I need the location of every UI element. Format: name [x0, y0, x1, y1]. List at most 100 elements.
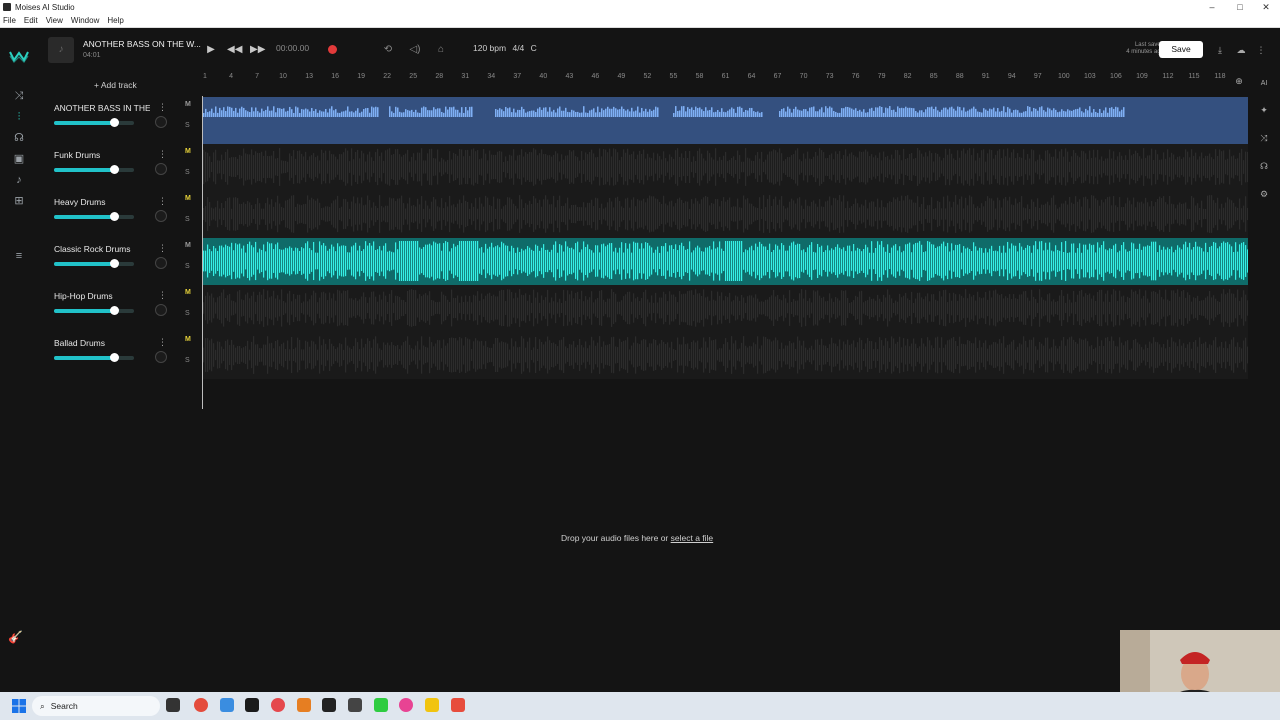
mute-button[interactable]: M: [185, 148, 191, 155]
download-icon[interactable]: ⤓: [1213, 43, 1227, 57]
track-menu-icon[interactable]: ⋮: [158, 243, 167, 254]
apps-grid-icon[interactable]: ⊞: [11, 193, 27, 209]
chart-app-icon[interactable]: [322, 698, 336, 712]
mute-button[interactable]: M: [185, 101, 191, 108]
more-options-icon[interactable]: ⋮: [1254, 43, 1268, 57]
shield-app-icon[interactable]: [220, 698, 234, 712]
record-button[interactable]: [328, 45, 337, 54]
pan-knob[interactable]: [155, 210, 167, 222]
track-lane[interactable]: [203, 238, 1248, 285]
shuffle-icon[interactable]: ⤨: [11, 88, 27, 104]
pan-knob[interactable]: [155, 351, 167, 363]
chrome-icon[interactable]: [194, 698, 208, 712]
waveform-sample: [1235, 158, 1237, 176]
track-menu-icon[interactable]: ⋮: [158, 290, 167, 301]
menu-window[interactable]: Window: [71, 16, 99, 25]
solo-button[interactable]: S: [185, 357, 190, 364]
mute-button[interactable]: M: [185, 242, 191, 249]
mute-button[interactable]: M: [185, 195, 191, 202]
volume-slider[interactable]: [54, 165, 134, 174]
menu-view[interactable]: View: [46, 16, 63, 25]
task-view-icon[interactable]: [166, 698, 180, 712]
solo-button[interactable]: S: [185, 169, 190, 176]
metronome-icon[interactable]: ▣: [11, 151, 27, 167]
office-icon[interactable]: [297, 698, 311, 712]
music-app-icon[interactable]: [399, 698, 413, 712]
windows-start-icon[interactable]: [12, 699, 26, 713]
solo-button[interactable]: S: [185, 122, 190, 129]
waveform-sample: [243, 300, 245, 316]
track-lane[interactable]: [203, 191, 1248, 238]
maximize-button[interactable]: □: [1226, 0, 1254, 14]
track-name[interactable]: Funk Drums: [54, 150, 150, 160]
mute-button[interactable]: M: [185, 336, 191, 343]
pan-knob[interactable]: [155, 257, 167, 269]
mute-button[interactable]: M: [185, 289, 191, 296]
tempo-display[interactable]: 120 bpm 4/4 C: [473, 43, 537, 53]
rewind-button[interactable]: ◀◀: [227, 42, 242, 58]
pan-knob[interactable]: [155, 116, 167, 128]
track-name[interactable]: Heavy Drums: [54, 197, 150, 207]
play-button[interactable]: ▶: [204, 42, 218, 58]
menu-file[interactable]: File: [3, 16, 16, 25]
pan-knob[interactable]: [155, 163, 167, 175]
menu-edit[interactable]: Edit: [24, 16, 38, 25]
speaker-icon[interactable]: ◁): [408, 42, 422, 58]
moises-logo-icon[interactable]: [9, 48, 29, 64]
settings-icon[interactable]: ⚙: [1257, 187, 1271, 201]
waveform-sample: [1121, 155, 1123, 179]
waveform-icon[interactable]: ⫶: [11, 109, 27, 125]
timeline-ruler[interactable]: 1 4 7 10 13 16 19 22 25 28 31 34 37 40 43 46 49 52 55 58 61 6…: [203, 72, 1248, 86]
loop-icon[interactable]: ⟲: [381, 42, 395, 58]
font-app-icon[interactable]: [348, 698, 362, 712]
track-name[interactable]: Ballad Drums: [54, 338, 150, 348]
track-menu-icon[interactable]: ⋮: [158, 102, 167, 113]
track-name[interactable]: Classic Rock Drums: [54, 244, 150, 254]
close-button[interactable]: ✕: [1252, 0, 1280, 14]
recorder-app-icon[interactable]: [451, 698, 465, 712]
solo-button[interactable]: S: [185, 263, 190, 270]
folder-icon[interactable]: [425, 698, 439, 712]
track-menu-icon[interactable]: ⋮: [158, 149, 167, 160]
volume-slider[interactable]: [54, 212, 134, 221]
waveform-sample: [1183, 290, 1185, 326]
camtasia-icon[interactable]: [374, 698, 388, 712]
track-lane[interactable]: [203, 97, 1248, 144]
moises-taskbar-icon[interactable]: [245, 698, 259, 712]
volume-slider[interactable]: [54, 259, 134, 268]
drop-zone[interactable]: Drop your audio files here or select a f…: [561, 533, 713, 543]
voice-icon[interactable]: ☊: [11, 130, 27, 146]
taskbar-search[interactable]: ⌕ Search: [32, 696, 160, 716]
playhead[interactable]: [202, 96, 203, 409]
solo-button[interactable]: S: [185, 310, 190, 317]
pan-knob[interactable]: [155, 304, 167, 316]
solo-button[interactable]: S: [185, 216, 190, 223]
track-lane[interactable]: [203, 285, 1248, 332]
menu-help[interactable]: Help: [107, 16, 123, 25]
save-button[interactable]: Save: [1159, 41, 1203, 58]
fast-forward-button[interactable]: ▶▶: [250, 42, 265, 58]
volume-slider[interactable]: [54, 118, 134, 127]
guitar-icon[interactable]: ♪: [11, 172, 27, 188]
add-track-button[interactable]: + Add track: [94, 80, 137, 90]
waveform-sample: [469, 208, 471, 220]
track-lane[interactable]: [203, 144, 1248, 191]
minimize-button[interactable]: –: [1198, 0, 1226, 14]
track-name[interactable]: ANOTHER BASS IN THE W...: [54, 103, 150, 113]
zoom-icon[interactable]: ⊕: [1232, 74, 1246, 88]
volume-slider[interactable]: [54, 353, 134, 362]
magic-wand-icon[interactable]: ✦: [1257, 103, 1271, 117]
track-lane[interactable]: [203, 332, 1248, 379]
track-menu-icon[interactable]: ⋮: [158, 337, 167, 348]
lyrics-icon[interactable]: ≡: [11, 248, 27, 264]
guitar-tool-icon[interactable]: 🎸: [8, 630, 28, 650]
app-red-icon[interactable]: [271, 698, 285, 712]
voice-changer-icon[interactable]: ☊: [1257, 159, 1271, 173]
cloud-icon[interactable]: ☁: [1234, 43, 1248, 57]
track-name[interactable]: Hip-Hop Drums: [54, 291, 150, 301]
track-menu-icon[interactable]: ⋮: [158, 196, 167, 207]
split-icon[interactable]: ⤨: [1257, 131, 1271, 145]
metronome-toggle-icon[interactable]: ⌂: [434, 42, 448, 58]
select-file-link[interactable]: select a file: [671, 533, 714, 543]
volume-slider[interactable]: [54, 306, 134, 315]
